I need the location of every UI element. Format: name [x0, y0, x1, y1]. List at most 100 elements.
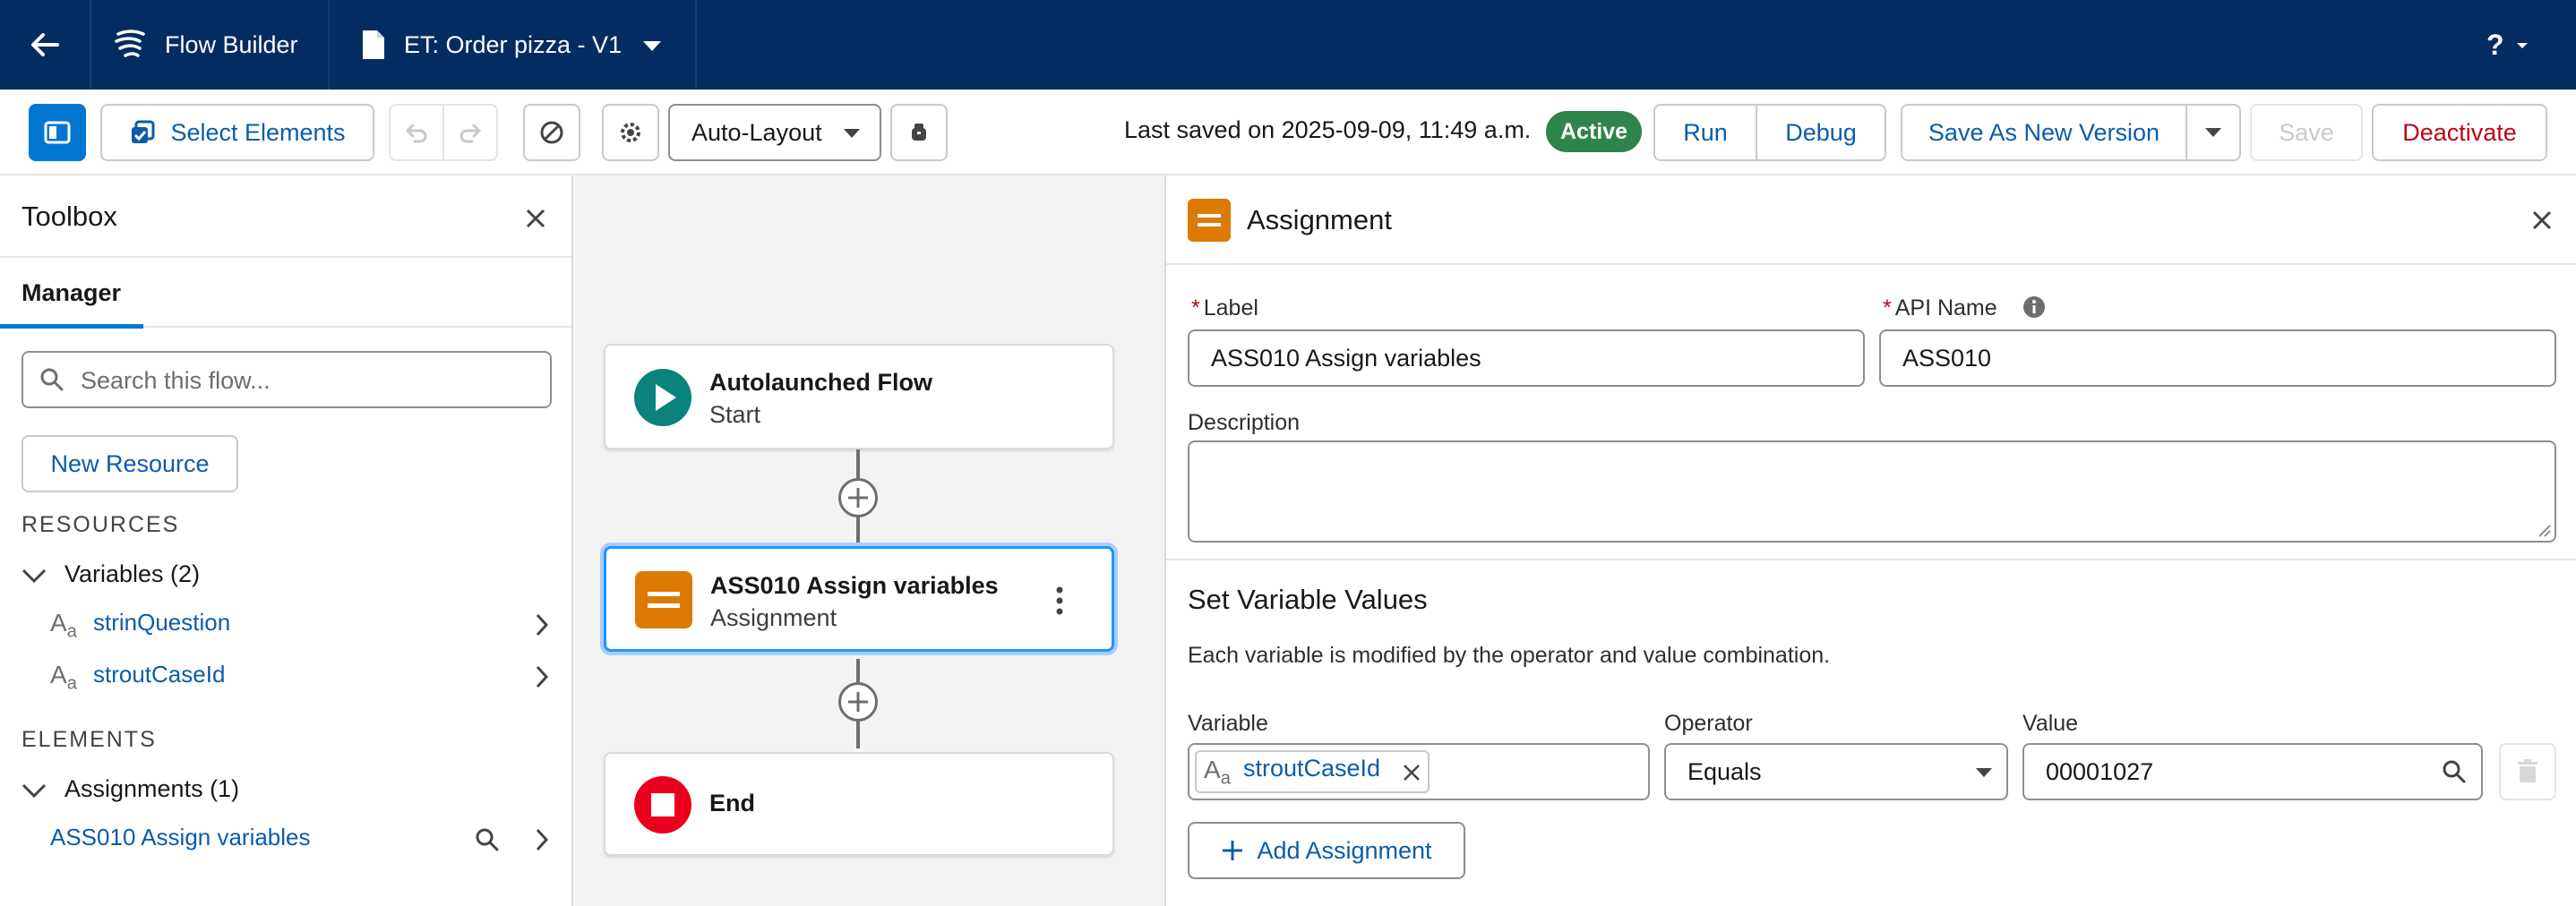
delete-row-button[interactable] — [2499, 743, 2556, 800]
close-icon — [2532, 210, 2552, 230]
toolbox-title: Toolbox — [21, 201, 117, 232]
stop-icon — [634, 776, 691, 833]
tab-manager[interactable]: Manager — [21, 279, 121, 307]
text-type-icon: Aa — [1204, 756, 1231, 789]
save-options-dropdown[interactable] — [2185, 104, 2241, 161]
panel-left-icon — [44, 121, 71, 144]
flow-title[interactable]: ET: Order pizza - V1 — [404, 0, 622, 90]
text-type-icon: Aa — [50, 661, 77, 694]
save-label: Save — [2279, 118, 2334, 146]
node-title: End — [709, 790, 755, 816]
new-resource-button[interactable]: New Resource — [21, 435, 238, 492]
resources-heading: RESOURCES — [21, 512, 180, 537]
tab-active-indicator — [0, 324, 143, 329]
trash-icon — [2518, 759, 2537, 782]
info-icon[interactable] — [2022, 295, 2046, 319]
flow-canvas[interactable]: Autolaunched Flow Start ASS010 Assign va… — [575, 175, 1164, 906]
start-node[interactable]: Autolaunched Flow Start — [604, 344, 1114, 449]
variable-pill-label: stroutCaseId — [1243, 755, 1381, 782]
arrow-left-icon — [31, 33, 59, 56]
chevron-down-icon — [21, 783, 47, 799]
close-toolbox-button[interactable] — [525, 208, 546, 229]
label-input[interactable]: ASS010 Assign variables — [1188, 329, 1865, 387]
node-subtitle: Assignment — [710, 604, 837, 631]
list-item[interactable]: Aa strinQuestion — [0, 603, 571, 648]
add-assignment-button[interactable]: Add Assignment — [1188, 822, 1465, 879]
redo-button[interactable] — [442, 104, 498, 161]
elements-heading: ELEMENTS — [21, 727, 157, 752]
save-button[interactable]: Save — [2250, 104, 2363, 161]
new-resource-label: New Resource — [50, 449, 210, 477]
assignments-group-toggle[interactable]: Assignments (1) — [21, 775, 290, 806]
chevron-right-icon — [536, 665, 549, 688]
value-input[interactable]: 00001027 — [2022, 743, 2483, 800]
description-textarea[interactable] — [1188, 440, 2556, 543]
close-panel-button[interactable] — [2531, 209, 2553, 231]
play-icon — [634, 369, 691, 426]
element-name: ASS010 Assign variables — [50, 824, 311, 850]
deactivate-button[interactable]: Deactivate — [2372, 104, 2547, 161]
more-actions-icon[interactable] — [1054, 585, 1065, 617]
search-icon[interactable] — [2442, 759, 2467, 784]
operator-select[interactable]: Equals — [1664, 743, 2008, 800]
toggle-toolbox-button[interactable] — [29, 104, 86, 161]
set-values-heading: Set Variable Values — [1188, 584, 1428, 615]
variables-group-label: Variables (2) — [64, 560, 201, 587]
value-column-label: Value — [2022, 711, 2079, 736]
variable-input[interactable]: Aa stroutCaseId — [1188, 743, 1650, 800]
node-subtitle: Start — [709, 401, 761, 428]
chevron-down-icon — [21, 568, 47, 584]
assignment-node[interactable]: ASS010 Assign variables Assignment — [604, 546, 1114, 652]
add-element-button[interactable] — [838, 682, 878, 722]
end-node[interactable]: End — [604, 752, 1114, 856]
debug-options-button[interactable] — [890, 104, 948, 161]
run-button[interactable]: Run — [1653, 104, 1757, 161]
run-label: Run — [1683, 118, 1728, 146]
resource-name: stroutCaseId — [93, 661, 226, 688]
search-icon — [40, 368, 64, 391]
help-button[interactable]: ? — [2486, 0, 2504, 90]
save-as-new-version-label: Save As New Version — [1928, 118, 2160, 146]
chevron-right-icon — [536, 613, 549, 637]
flow-title-dropdown-icon[interactable] — [640, 39, 665, 54]
ban-icon — [540, 121, 563, 144]
variables-group-toggle[interactable]: Variables (2) — [21, 560, 290, 591]
flow-settings-button[interactable] — [602, 104, 659, 161]
add-assignment-label: Add Assignment — [1257, 836, 1432, 864]
undo-button[interactable] — [389, 104, 444, 161]
save-as-new-version-button[interactable]: Save As New Version — [1901, 104, 2187, 161]
undo-icon — [405, 124, 427, 143]
text-type-icon: Aa — [50, 609, 77, 642]
assignment-icon — [635, 571, 692, 628]
layout-mode-value: Auto-Layout — [691, 118, 822, 146]
deactivate-label: Deactivate — [2402, 118, 2517, 146]
document-icon — [360, 29, 387, 61]
search-flow-input[interactable]: Search this flow... — [21, 351, 552, 408]
flow-toolbar: Select Elements Auto-Layout Last saved o… — [0, 90, 2576, 175]
operator-value: Equals — [1687, 758, 1762, 785]
add-element-button[interactable] — [838, 478, 878, 517]
api-name-input[interactable]: ASS010 — [1879, 329, 2556, 387]
node-title: ASS010 Assign variables — [710, 572, 999, 599]
list-item[interactable]: ASS010 Assign variables — [0, 818, 571, 863]
clear-canvas-button[interactable] — [523, 104, 580, 161]
select-elements-label: Select Elements — [170, 118, 346, 146]
layout-mode-select[interactable]: Auto-Layout — [668, 104, 881, 161]
redo-icon — [459, 124, 482, 143]
gear-icon — [621, 123, 640, 142]
list-item[interactable]: Aa stroutCaseId — [0, 655, 571, 700]
status-badge: Active — [1546, 111, 1643, 152]
variable-column-label: Variable — [1188, 711, 1268, 736]
help-dropdown-icon[interactable] — [2515, 41, 2529, 50]
property-editor-panel: Assignment * Label ASS010 Assign variable… — [1164, 175, 2576, 906]
back-button[interactable] — [18, 23, 72, 66]
chevron-down-icon — [2205, 128, 2221, 137]
assignments-group-label: Assignments (1) — [64, 775, 240, 802]
close-icon[interactable] — [1403, 764, 1421, 782]
plus-icon — [1223, 841, 1243, 860]
resize-handle-icon[interactable] — [2537, 523, 2551, 537]
resource-name: strinQuestion — [93, 609, 231, 636]
search-icon[interactable] — [475, 827, 500, 852]
select-elements-button[interactable]: Select Elements — [100, 104, 374, 161]
debug-button[interactable]: Debug — [1756, 104, 1886, 161]
